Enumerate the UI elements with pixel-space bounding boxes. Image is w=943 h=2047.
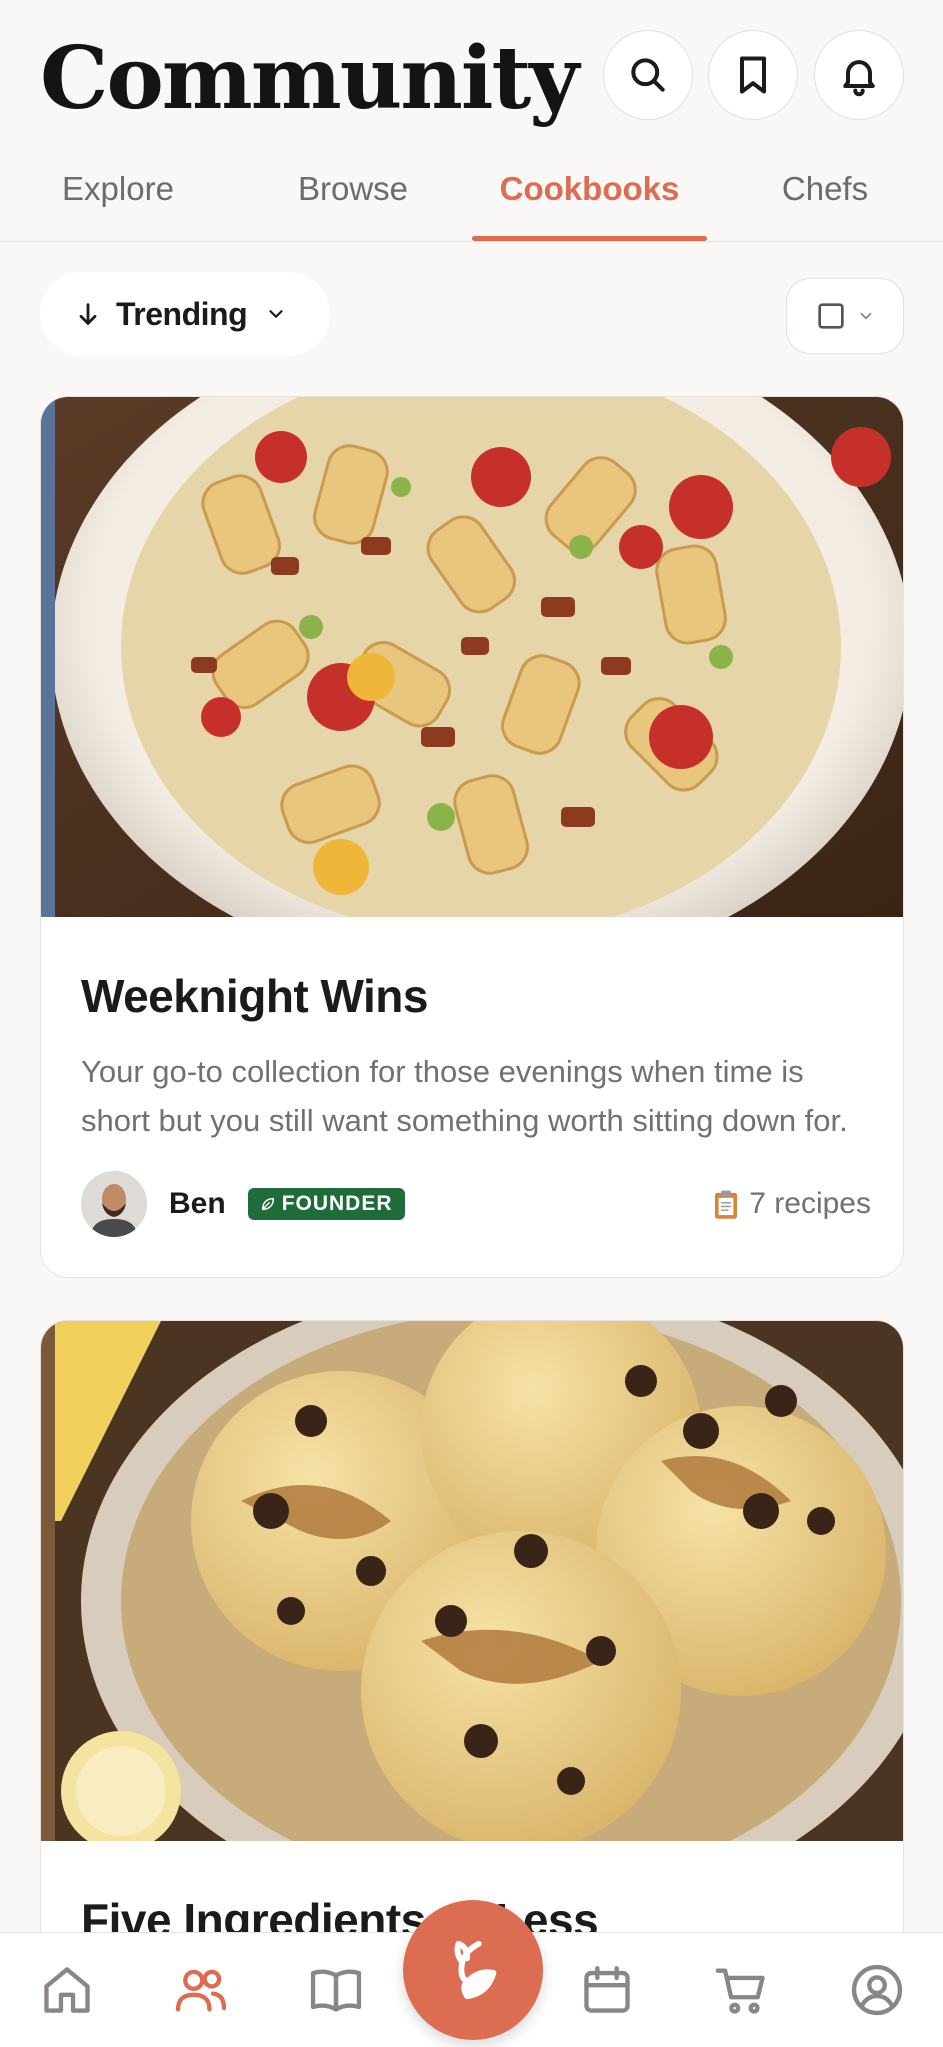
nav-profile[interactable] xyxy=(842,1955,912,2025)
tab-bar: Explore Browse Cookbooks Chefs xyxy=(0,150,943,242)
clipboard-icon xyxy=(715,1190,738,1219)
chevron-down-icon xyxy=(860,312,872,320)
cookbook-title: Weeknight Wins xyxy=(81,970,428,1022)
community-icon xyxy=(175,1969,227,2012)
sort-dropdown[interactable]: Trending xyxy=(40,272,330,356)
chevron-down-icon xyxy=(269,310,283,318)
nav-cookbooks[interactable] xyxy=(301,1955,371,2025)
tab-explore[interactable]: Explore xyxy=(28,170,208,232)
recipe-count-label: 7 recipes xyxy=(749,1187,871,1220)
tab-browse[interactable]: Browse xyxy=(263,170,443,232)
home-icon xyxy=(44,1967,90,2013)
founder-badge: FOUNDER xyxy=(247,1188,405,1220)
nav-cart[interactable] xyxy=(707,1955,777,2025)
tab-chefs[interactable]: Chefs xyxy=(735,170,915,232)
badge-label: FOUNDER xyxy=(281,1192,393,1215)
bookmark-icon xyxy=(739,56,767,94)
notifications-button[interactable] xyxy=(814,30,904,120)
avatar[interactable] xyxy=(81,1171,147,1237)
book-icon xyxy=(310,1969,362,2012)
sort-label: Trending xyxy=(116,295,248,332)
ice-cream-bowl-photo xyxy=(41,1321,903,1841)
search-button[interactable] xyxy=(603,30,693,120)
create-button[interactable] xyxy=(403,1900,543,2040)
header: Community xyxy=(0,0,943,150)
cookbook-card[interactable]: Weeknight Wins Your go-to collection for… xyxy=(40,396,904,1278)
calendar-icon xyxy=(584,1966,630,2013)
author-row: Ben FOUNDER 7 recipes xyxy=(81,1171,871,1237)
leaf-icon xyxy=(261,1197,274,1211)
profile-icon xyxy=(851,1964,903,2016)
recipe-count: 7 recipes xyxy=(711,1187,871,1221)
cookbook-accent-bar xyxy=(41,1321,55,1841)
author-name[interactable]: Ben xyxy=(169,1187,226,1221)
nav-home[interactable] xyxy=(32,1955,102,2025)
cookbook-accent-bar xyxy=(41,397,55,917)
tab-cookbooks[interactable]: Cookbooks xyxy=(472,170,707,232)
cart-icon xyxy=(715,1968,765,2014)
square-icon xyxy=(818,303,844,329)
view-mode-dropdown[interactable] xyxy=(786,278,904,354)
bell-icon xyxy=(843,60,875,97)
bookmark-button[interactable] xyxy=(708,30,798,120)
search-icon xyxy=(631,58,665,92)
arrow-down-icon xyxy=(79,303,97,325)
cookbook-description: Your go-to collection for those evenings… xyxy=(81,1054,848,1138)
active-tab-indicator xyxy=(472,236,707,241)
nav-community[interactable] xyxy=(166,1955,236,2025)
nav-planner[interactable] xyxy=(572,1955,642,2025)
pasta-salad-photo xyxy=(41,397,903,917)
leaf-icon xyxy=(454,1940,497,2000)
page-title: Community xyxy=(40,28,579,129)
